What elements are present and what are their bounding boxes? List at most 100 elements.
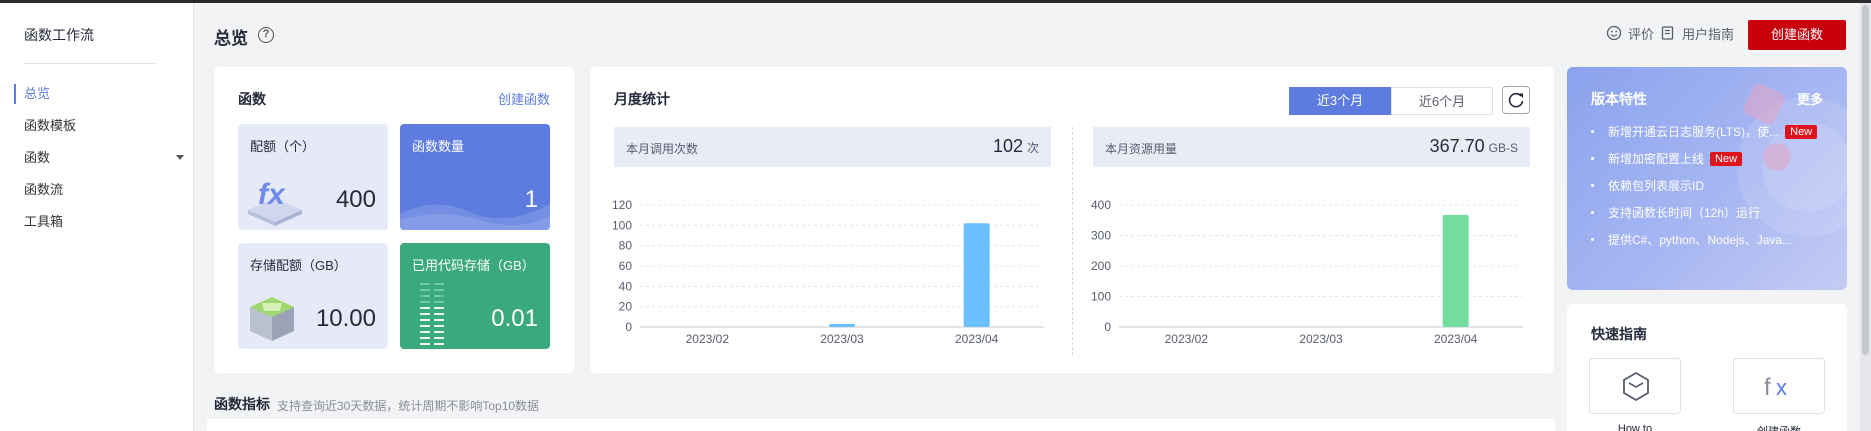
bar bbox=[963, 223, 990, 327]
function-metrics-note: 支持查询近30天数据，统计周期不影响Top10数据 bbox=[277, 399, 540, 413]
new-badge: New bbox=[1710, 151, 1743, 166]
quota-label: 配额（个） bbox=[250, 139, 316, 154]
used-storage-label: 已用代码存储（GB） bbox=[412, 258, 535, 273]
used-storage-tile: 已用代码存储（GB） 0.01 bbox=[400, 243, 550, 349]
monthly-calls-value: 102 bbox=[992, 136, 1023, 156]
refresh-icon bbox=[1508, 92, 1524, 108]
monthly-stats-card: 月度统计 近3个月 近6个月 本月调用次数 102 次 本月资源用量 367.70… bbox=[590, 67, 1554, 373]
version-features-card: 版本特性 更多 新增开通云日志服务(LTS)，使... New 新增加密配置上线 N… bbox=[1567, 67, 1847, 290]
storage-level-decoration bbox=[420, 283, 444, 345]
cube-icon bbox=[1623, 371, 1649, 401]
function-metrics-title: 函数指标 bbox=[214, 396, 270, 412]
function-count-tile: 函数数量 1 bbox=[400, 124, 550, 230]
monthly-calls-bar: 本月调用次数 102 次 bbox=[614, 127, 1051, 167]
y-tick-label: 60 bbox=[619, 259, 633, 273]
create-function-button[interactable]: 创建函数 bbox=[1748, 20, 1846, 50]
features-decoration bbox=[1737, 83, 1847, 237]
feature-text: 新增开通云日志服务(LTS)，使... bbox=[1608, 125, 1780, 139]
x-tick-label: 2023/04 bbox=[1434, 332, 1478, 346]
monthly-resource-unit: GB-S bbox=[1488, 141, 1518, 155]
top-edge bbox=[0, 0, 1871, 3]
scrollbar-thumb[interactable] bbox=[1862, 5, 1869, 355]
bar bbox=[829, 323, 855, 327]
tab-last-3-months[interactable]: 近3个月 bbox=[1289, 87, 1391, 115]
storage-box-icon bbox=[250, 297, 294, 341]
function-fx-icon: fx bbox=[248, 178, 302, 226]
sidebar-divider bbox=[24, 63, 156, 64]
function-count-value: 1 bbox=[524, 186, 538, 213]
guide-create-function-tile[interactable]: f x bbox=[1733, 358, 1825, 414]
sidebar-item-templates[interactable]: 函数模板 bbox=[24, 115, 184, 137]
sidebar-item-flows[interactable]: 函数流 bbox=[24, 179, 184, 201]
x-tick-label: 2023/02 bbox=[1165, 332, 1209, 346]
sidebar-item-toolbox[interactable]: 工具箱 bbox=[24, 211, 184, 233]
quick-guide-title: 快速指南 bbox=[1591, 326, 1647, 342]
x-tick-label: 2023/03 bbox=[820, 332, 864, 346]
active-indicator bbox=[14, 84, 16, 104]
y-tick-label: 100 bbox=[612, 218, 632, 232]
feature-item[interactable]: 依赖包列表展示ID bbox=[1591, 177, 1704, 194]
sidebar-item-functions[interactable]: 函数 bbox=[24, 147, 184, 169]
chart-divider bbox=[1072, 127, 1073, 355]
y-tick-label: 120 bbox=[612, 198, 632, 212]
x-tick-label: 2023/02 bbox=[686, 332, 730, 346]
monthly-calls-value-wrap: 102 次 bbox=[993, 136, 1039, 157]
y-tick-label: 200 bbox=[1091, 259, 1111, 273]
bullet-dot bbox=[1591, 184, 1594, 187]
user-guide-label: 用户指南 bbox=[1682, 26, 1735, 42]
rate-label: 评价 bbox=[1628, 26, 1655, 42]
monthly-resource-value: 367.70 bbox=[1429, 136, 1485, 156]
smile-icon bbox=[1606, 25, 1622, 41]
y-tick-label: 100 bbox=[1091, 290, 1111, 304]
y-tick-label: 400 bbox=[1091, 198, 1111, 212]
monthly-calls-unit: 次 bbox=[1026, 141, 1039, 155]
user-guide-link[interactable]: 用户指南 bbox=[1660, 24, 1734, 42]
new-badge: New bbox=[1785, 124, 1818, 139]
bullet-dot bbox=[1591, 238, 1594, 241]
bullet-dot bbox=[1591, 130, 1594, 133]
feature-item[interactable]: 新增开通云日志服务(LTS)，使... New bbox=[1591, 123, 1818, 140]
sidebar: 函数工作流 总览 函数模板 函数 函数流 工具箱 bbox=[0, 3, 194, 431]
bar bbox=[1442, 214, 1469, 327]
feature-text: 提供C#、python、Nodejs、Java... bbox=[1608, 233, 1793, 247]
tab-last-6-months[interactable]: 近6个月 bbox=[1391, 87, 1493, 115]
x-tick-label: 2023/03 bbox=[1299, 332, 1343, 346]
resource-chart: 0 100 200 300 400 2023/02 2023/03 2023/04 bbox=[1091, 198, 1523, 346]
features-title: 版本特性 bbox=[1591, 91, 1647, 107]
y-tick-label: 0 bbox=[625, 320, 632, 334]
create-function-link[interactable]: 创建函数 bbox=[498, 89, 550, 108]
bullet-dot bbox=[1591, 211, 1594, 214]
y-tick-label: 20 bbox=[619, 300, 633, 314]
sidebar-item-overview[interactable]: 总览 bbox=[24, 83, 184, 105]
metrics-panel bbox=[207, 419, 1555, 431]
x-tick-label: 2023/04 bbox=[955, 332, 999, 346]
feature-item[interactable]: 提供C#、python、Nodejs、Java... bbox=[1591, 231, 1792, 248]
monthly-stats-title: 月度统计 bbox=[614, 91, 670, 107]
svg-text:fx: fx bbox=[258, 178, 286, 211]
monthly-resource-value-wrap: 367.70 GB-S bbox=[1430, 136, 1518, 157]
functions-card: 函数 创建函数 配额（个） fx 400 函数数量 1 存储配额（GB） 10.… bbox=[214, 67, 574, 373]
chevron-down-icon bbox=[176, 155, 184, 160]
used-storage-value: 0.01 bbox=[491, 305, 538, 332]
feature-item[interactable]: 支持函数长时间（12h）运行 bbox=[1591, 204, 1760, 221]
monthly-resource-label: 本月资源用量 bbox=[1105, 142, 1178, 156]
feature-item[interactable]: 新增加密配置上线 New bbox=[1591, 150, 1743, 167]
feature-text: 依赖包列表展示ID bbox=[1608, 179, 1705, 193]
help-icon[interactable]: ? bbox=[258, 27, 274, 43]
y-tick-label: 0 bbox=[1104, 320, 1111, 334]
refresh-button[interactable] bbox=[1502, 86, 1530, 114]
calls-chart: 0 20 40 60 80 100 120 2023/02 2023/03 2023/04 bbox=[612, 198, 1044, 346]
y-tick-label: 80 bbox=[619, 239, 633, 253]
storage-quota-tile: 存储配额（GB） 10.00 bbox=[238, 243, 388, 349]
features-more-link[interactable]: 更多 bbox=[1797, 89, 1823, 108]
monthly-resource-bar: 本月资源用量 367.70 GB-S bbox=[1093, 127, 1530, 167]
sidebar-title: 函数工作流 bbox=[24, 27, 94, 43]
bullet-dot bbox=[1591, 157, 1594, 160]
guide-howto-label: How to bbox=[1617, 423, 1653, 431]
rate-link[interactable]: 评价 bbox=[1606, 24, 1654, 42]
guide-howto-tile[interactable] bbox=[1589, 358, 1681, 414]
page-title: 总览 bbox=[214, 29, 248, 48]
guide-book-icon bbox=[1661, 26, 1674, 40]
y-tick-label: 300 bbox=[1091, 229, 1111, 243]
svg-text:f: f bbox=[1764, 374, 1771, 401]
